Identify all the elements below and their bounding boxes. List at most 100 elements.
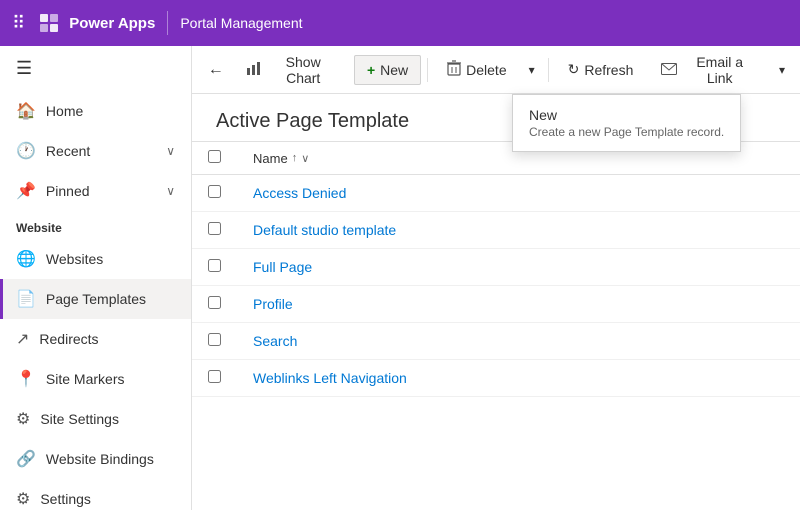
new-dropdown-item[interactable]: New Create a new Page Template record. xyxy=(513,99,740,147)
sidebar-section-website: Website xyxy=(0,211,191,239)
delete-label: Delete xyxy=(466,62,506,78)
row-name-link[interactable]: Default studio template xyxy=(253,222,396,238)
sidebar-item-site-markers[interactable]: 📍 Site Markers xyxy=(0,359,191,399)
new-button[interactable]: + New xyxy=(354,55,421,85)
topbar-divider xyxy=(167,11,168,35)
content-area: ← Show Chart + New xyxy=(192,46,800,510)
chart-svg-icon xyxy=(246,60,262,76)
email-label: Email a Link xyxy=(682,54,757,86)
new-dropdown-title: New xyxy=(529,107,724,123)
settings-icon: ⚙ xyxy=(16,489,30,509)
row-name-cell: Access Denied xyxy=(237,175,800,212)
page-templates-icon: 📄 xyxy=(16,289,36,309)
row-checkbox-cell xyxy=(192,249,237,286)
websites-icon: 🌐 xyxy=(16,249,36,269)
sidebar-item-page-templates[interactable]: 📄 Page Templates xyxy=(0,279,191,319)
sidebar-item-recent[interactable]: 🕐 Recent ∨ xyxy=(0,131,191,171)
delete-dropdown-button[interactable]: ▾ xyxy=(522,56,542,84)
sidebar-item-site-markers-label: Site Markers xyxy=(46,371,125,387)
more-options-button[interactable]: ▾ xyxy=(772,56,792,84)
app-name-label: Power Apps xyxy=(69,15,155,32)
sidebar-item-pinned-label: Pinned xyxy=(46,183,90,199)
row-checkbox[interactable] xyxy=(208,370,221,383)
sidebar-item-page-templates-label: Page Templates xyxy=(46,291,146,307)
sidebar-item-website-bindings[interactable]: 🔗 Website Bindings xyxy=(0,439,191,479)
toolbar-separator-1 xyxy=(427,58,428,82)
table-row: Access Denied xyxy=(192,175,800,212)
sidebar-item-settings[interactable]: ⚙ Settings xyxy=(0,479,191,510)
name-column-label: Name xyxy=(253,151,288,166)
powerapps-logo-icon xyxy=(37,11,61,35)
row-checkbox[interactable] xyxy=(208,333,221,346)
sidebar-item-site-settings[interactable]: ⚙ Site Settings xyxy=(0,399,191,439)
row-name-link[interactable]: Access Denied xyxy=(253,185,346,201)
refresh-label: Refresh xyxy=(584,62,633,78)
row-checkbox-cell xyxy=(192,212,237,249)
row-checkbox[interactable] xyxy=(208,185,221,198)
hamburger-menu-icon[interactable]: ☰ xyxy=(0,46,191,91)
website-bindings-icon: 🔗 xyxy=(16,449,36,469)
sidebar-item-site-settings-label: Site Settings xyxy=(40,411,119,427)
toolbar: ← Show Chart + New xyxy=(192,46,800,94)
sidebar-item-recent-label: Recent xyxy=(46,143,90,159)
row-name-cell: Default studio template xyxy=(237,212,800,249)
redirects-icon: ↗ xyxy=(16,329,29,349)
table-row: Default studio template xyxy=(192,212,800,249)
sidebar-item-pinned[interactable]: 📌 Pinned ∨ xyxy=(0,171,191,211)
sidebar-item-home[interactable]: 🏠 Home xyxy=(0,91,191,131)
sidebar-item-redirects[interactable]: ↗ Redirects xyxy=(0,319,191,359)
refresh-icon: ↻ xyxy=(568,61,580,78)
apps-grid-icon[interactable]: ⠿ xyxy=(12,13,25,34)
pinned-icon: 📌 xyxy=(16,181,36,201)
app-logo: Power Apps xyxy=(37,11,155,35)
sidebar: ☰ 🏠 Home 🕐 Recent ∨ 📌 Pinned ∨ Website 🌐… xyxy=(0,46,192,510)
site-markers-icon: 📍 xyxy=(16,369,36,389)
row-checkbox[interactable] xyxy=(208,222,221,235)
row-checkbox-cell xyxy=(192,323,237,360)
row-name-cell: Full Page xyxy=(237,249,800,286)
email-svg-icon xyxy=(661,63,677,75)
delete-button[interactable]: Delete xyxy=(434,53,519,86)
row-checkbox-cell xyxy=(192,286,237,323)
portal-name-label: Portal Management xyxy=(180,15,302,31)
email-link-button[interactable]: Email a Link xyxy=(648,47,770,93)
pinned-chevron-icon: ∨ xyxy=(166,184,175,198)
row-name-link[interactable]: Search xyxy=(253,333,297,349)
row-checkbox-cell xyxy=(192,175,237,212)
row-name-cell: Weblinks Left Navigation xyxy=(237,360,800,397)
sort-ascending-icon: ↑ xyxy=(292,152,298,164)
table-row: Full Page xyxy=(192,249,800,286)
sidebar-item-website-bindings-label: Website Bindings xyxy=(46,451,154,467)
row-checkbox[interactable] xyxy=(208,296,221,309)
sidebar-item-redirects-label: Redirects xyxy=(39,331,98,347)
table-row: Search xyxy=(192,323,800,360)
data-table: Name ↑ ∨ Access Denied Default studio xyxy=(192,141,800,397)
row-name-cell: Search xyxy=(237,323,800,360)
main-layout: ☰ 🏠 Home 🕐 Recent ∨ 📌 Pinned ∨ Website 🌐… xyxy=(0,46,800,510)
table-select-all-header xyxy=(192,142,237,175)
back-button[interactable]: ← xyxy=(200,54,231,86)
topbar: ⠿ Power Apps Portal Management xyxy=(0,0,800,46)
row-checkbox[interactable] xyxy=(208,259,221,272)
row-name-link[interactable]: Full Page xyxy=(253,259,312,275)
new-plus-icon: + xyxy=(367,62,375,78)
recent-chevron-icon: ∨ xyxy=(166,144,175,158)
home-icon: 🏠 xyxy=(16,101,36,121)
row-name-link[interactable]: Profile xyxy=(253,296,293,312)
recent-icon: 🕐 xyxy=(16,141,36,161)
show-chart-label: Show Chart xyxy=(267,54,339,86)
sidebar-item-settings-label: Settings xyxy=(40,491,91,507)
select-all-checkbox[interactable] xyxy=(208,150,221,163)
sidebar-item-websites[interactable]: 🌐 Websites xyxy=(0,239,191,279)
row-name-link[interactable]: Weblinks Left Navigation xyxy=(253,370,407,386)
sort-chevron-icon: ∨ xyxy=(301,152,309,165)
show-chart-button[interactable]: Show Chart xyxy=(233,47,352,93)
row-name-cell: Profile xyxy=(237,286,800,323)
page-content: Active Page Template Name ↑ ∨ xyxy=(192,94,800,510)
new-label: New xyxy=(380,62,408,78)
refresh-button[interactable]: ↻ Refresh xyxy=(555,54,647,85)
row-checkbox-cell xyxy=(192,360,237,397)
email-icon xyxy=(661,62,677,78)
sidebar-item-home-label: Home xyxy=(46,103,83,119)
site-settings-icon: ⚙ xyxy=(16,409,30,429)
